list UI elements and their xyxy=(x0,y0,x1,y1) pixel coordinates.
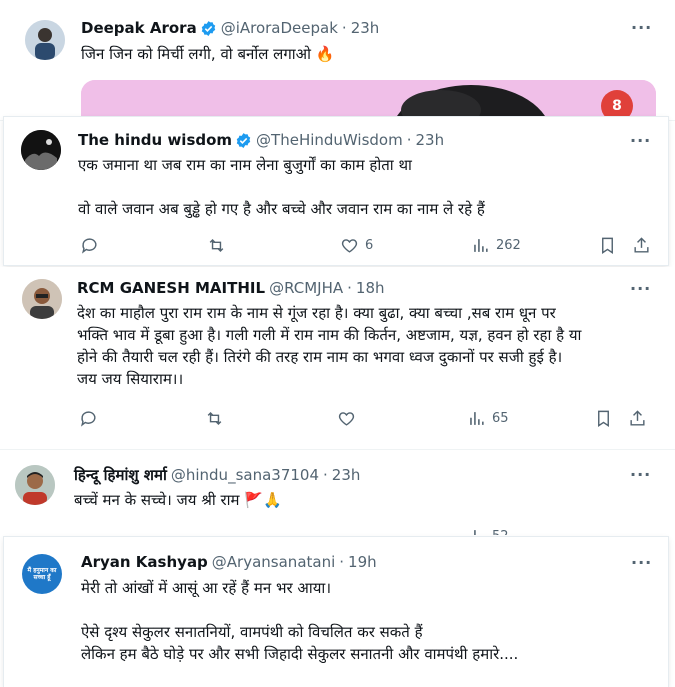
like-button[interactable]: 6 xyxy=(340,236,373,255)
retweet-icon xyxy=(207,411,222,426)
views-count: 262 xyxy=(496,238,521,253)
tweet-card-aryan[interactable]: मैं हनुमान का सच्चा हूँ Aryan Kashyap @A… xyxy=(4,537,668,687)
views-button[interactable]: 262 xyxy=(471,236,521,255)
tweet-time[interactable]: 23h xyxy=(351,19,380,37)
author-handle[interactable]: @iAroraDeepak xyxy=(221,19,338,37)
tweet-actions: 65 xyxy=(77,409,657,429)
author-handle[interactable]: @hindu_sana37104 xyxy=(171,466,319,484)
tweet-media[interactable]: 8 xyxy=(81,80,656,120)
views-icon xyxy=(470,412,484,425)
reply-icon xyxy=(80,411,96,427)
more-options-icon[interactable]: ··· xyxy=(630,131,651,150)
retweet-icon xyxy=(209,238,224,253)
tweet-card-hinduwisdom[interactable]: The hindu wisdom @TheHinduWisdom · 23h ·… xyxy=(4,117,668,265)
media-image xyxy=(81,80,656,120)
tweet-card-rcm[interactable]: RCM GANESH MAITHIL @RCMJHA · 18h ··· देश… xyxy=(0,267,675,450)
more-options-icon[interactable]: ··· xyxy=(630,279,651,298)
verified-badge-icon xyxy=(201,20,215,36)
author-handle[interactable]: @RCMJHA xyxy=(269,279,343,297)
verified-badge-icon xyxy=(236,132,251,148)
author-handle[interactable]: @Aryansanatani xyxy=(212,553,335,571)
author-name[interactable]: Aryan Kashyap xyxy=(81,553,208,571)
tweet-time[interactable]: 18h xyxy=(356,279,385,297)
more-options-icon[interactable]: ··· xyxy=(631,553,652,572)
share-button[interactable] xyxy=(628,409,647,428)
retweet-button[interactable] xyxy=(205,409,224,428)
more-options-icon[interactable]: ··· xyxy=(631,18,652,37)
author-handle[interactable]: @TheHinduWisdom xyxy=(256,131,403,149)
avatar[interactable] xyxy=(25,20,65,60)
views-button[interactable]: 52 xyxy=(467,527,509,535)
avatar[interactable] xyxy=(15,465,55,505)
separator-dot: · xyxy=(341,19,347,37)
tweet-card-deepak[interactable]: Deepak Arora @iAroraDeepak · 23h ··· जिन… xyxy=(0,0,675,121)
like-count: 6 xyxy=(365,238,374,253)
heart-icon xyxy=(341,239,358,253)
tweet-actions: 6 262 xyxy=(78,236,658,256)
tweet-time[interactable]: 19h xyxy=(348,553,377,571)
avatar[interactable] xyxy=(22,279,62,319)
separator-dot: · xyxy=(323,466,328,484)
views-count: 65 xyxy=(492,411,509,426)
views-count: 52 xyxy=(492,529,509,535)
reply-button[interactable] xyxy=(79,409,98,428)
more-options-icon[interactable]: ··· xyxy=(630,465,651,484)
avatar[interactable]: मैं हनुमान का सच्चा हूँ xyxy=(22,554,62,594)
bookmark-button[interactable] xyxy=(598,236,617,255)
reply-icon xyxy=(81,238,97,254)
share-icon xyxy=(630,410,645,426)
author-name[interactable]: हिन्दू हिमांशु शर्मा xyxy=(74,465,167,485)
tweet-text: मेरी तो आंखों में आसूं आ रहें हैं मन भर … xyxy=(81,579,519,663)
bookmark-icon xyxy=(602,237,613,254)
separator-dot: · xyxy=(339,553,345,571)
tweet-text: जिन जिन को मिर्ची लगी, वो बर्नोल लगाओ 🔥 xyxy=(81,45,335,63)
tweet-time[interactable]: 23h xyxy=(332,466,361,484)
heart-icon xyxy=(338,412,355,426)
retweet-button[interactable] xyxy=(207,236,226,255)
tweet-text: देश का माहौल पुरा राम राम के नाम से गूंज… xyxy=(77,304,582,388)
share-icon xyxy=(634,237,649,253)
tweet-card-himanshu[interactable]: हिन्दू हिमांशु शर्मा @hindu_sana37104 · … xyxy=(0,451,675,535)
tweet-text: एक जमाना था जब राम का नाम लेना बुजुर्गों… xyxy=(78,156,485,218)
tweet-actions: 52 xyxy=(74,527,654,535)
bookmark-button[interactable] xyxy=(594,409,613,428)
avatar-text: मैं हनुमान का सच्चा हूँ xyxy=(27,567,57,581)
tweet-time[interactable]: 23h xyxy=(416,131,445,149)
separator-dot: · xyxy=(406,131,412,149)
author-name[interactable]: The hindu wisdom xyxy=(78,131,232,149)
share-button[interactable] xyxy=(632,236,651,255)
views-icon xyxy=(474,239,488,252)
like-button[interactable] xyxy=(337,409,356,428)
reply-button[interactable] xyxy=(80,236,99,255)
author-name[interactable]: RCM GANESH MAITHIL xyxy=(77,279,265,297)
avatar[interactable] xyxy=(21,130,61,170)
views-icon xyxy=(474,530,476,535)
bookmark-icon xyxy=(598,410,609,427)
author-name[interactable]: Deepak Arora xyxy=(81,19,197,37)
separator-dot: · xyxy=(347,279,352,297)
tweet-text: बच्चें मन के सच्चे। जय श्री राम 🚩🙏 xyxy=(74,491,282,509)
views-button[interactable]: 65 xyxy=(467,409,509,428)
